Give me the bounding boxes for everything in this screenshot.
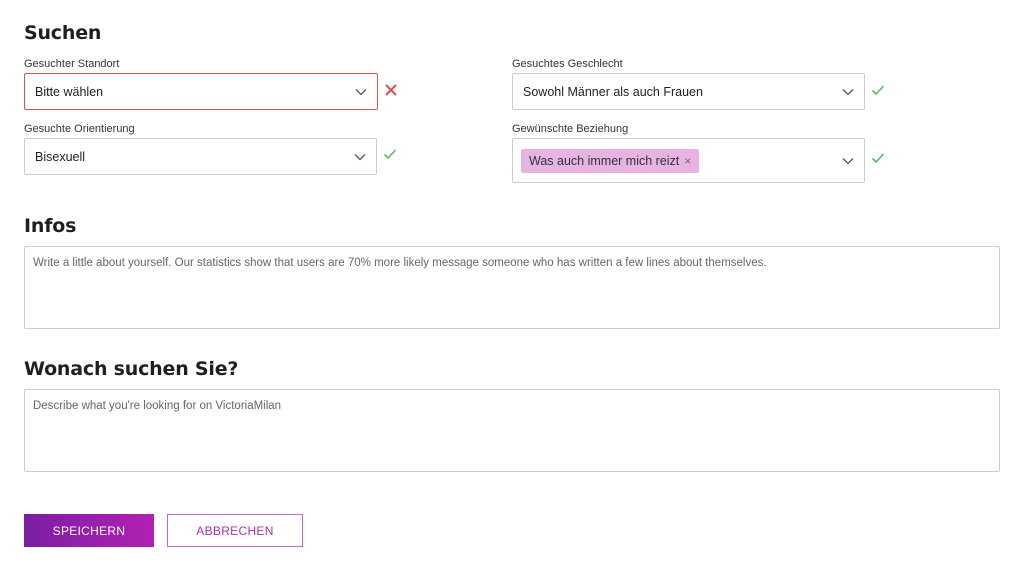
location-select-value: Bitte wählen bbox=[35, 84, 104, 99]
checkmark-icon bbox=[871, 153, 885, 164]
relationship-multiselect[interactable]: Was auch immer mich reizt × bbox=[512, 138, 865, 183]
chevron-down-icon bbox=[842, 88, 854, 95]
chevron-down-icon bbox=[354, 153, 366, 160]
gender-label: Gesuchtes Geschlecht bbox=[512, 58, 623, 70]
cancel-button[interactable]: ABBRECHEN bbox=[167, 514, 303, 547]
chevron-down-icon bbox=[355, 88, 367, 95]
checkmark-icon bbox=[383, 149, 397, 160]
orientation-label: Gesuchte Orientierung bbox=[24, 123, 135, 135]
location-label: Gesuchter Standort bbox=[24, 58, 120, 70]
search-section-title: Suchen bbox=[24, 22, 102, 44]
relationship-tag: Was auch immer mich reizt × bbox=[521, 148, 700, 173]
relationship-label: Gewünschte Beziehung bbox=[512, 123, 629, 135]
infos-textarea[interactable] bbox=[24, 246, 1000, 329]
checkmark-icon bbox=[871, 85, 885, 96]
location-select[interactable]: Bitte wählen bbox=[24, 73, 378, 110]
chevron-down-icon bbox=[842, 157, 854, 164]
looking-for-textarea[interactable] bbox=[24, 389, 1000, 472]
looking-for-section-title: Wonach suchen Sie? bbox=[24, 358, 239, 380]
gender-select-value: Sowohl Männer als auch Frauen bbox=[523, 84, 703, 99]
x-mark-icon bbox=[385, 84, 397, 96]
gender-select[interactable]: Sowohl Männer als auch Frauen bbox=[512, 73, 865, 110]
close-icon[interactable]: × bbox=[684, 154, 691, 168]
save-button[interactable]: SPEICHERN bbox=[24, 514, 154, 547]
infos-section-title: Infos bbox=[24, 215, 77, 237]
orientation-select[interactable]: Bisexuell bbox=[24, 138, 377, 175]
relationship-tag-label: Was auch immer mich reizt bbox=[529, 153, 680, 168]
orientation-select-value: Bisexuell bbox=[35, 149, 86, 164]
